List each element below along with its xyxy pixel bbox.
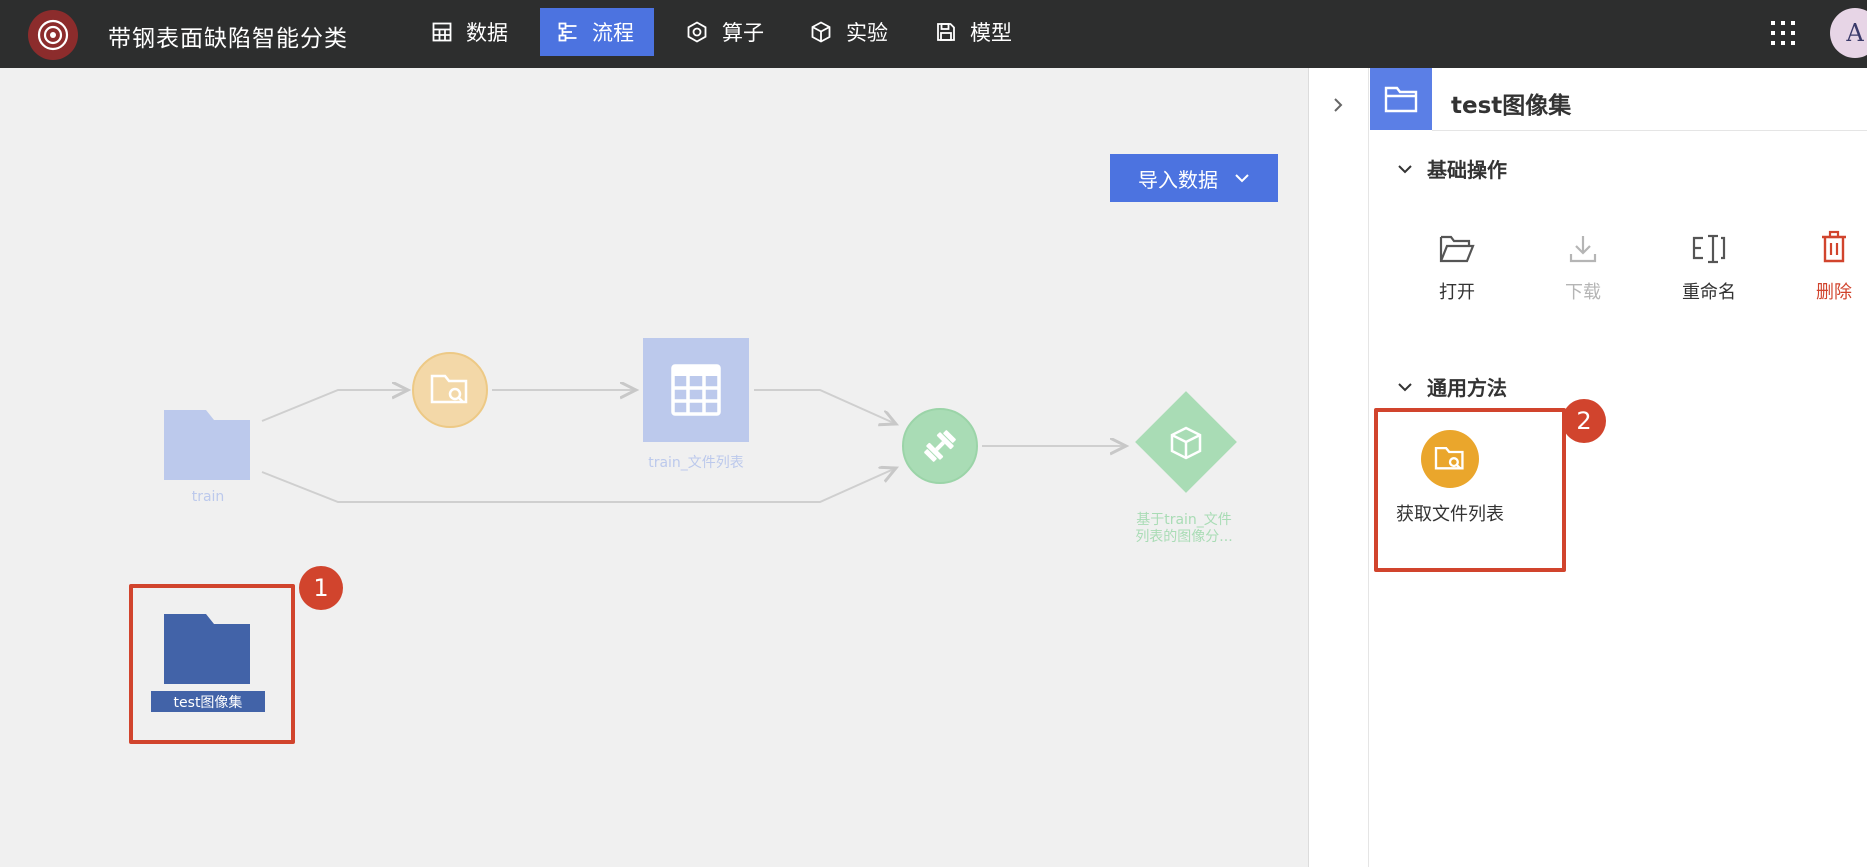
train-file-list-label: train_文件列表 xyxy=(648,455,744,471)
apps-grid-icon[interactable] xyxy=(1770,20,1796,46)
edge-train-to-train-op xyxy=(261,468,896,503)
train-node-label: train xyxy=(191,489,225,505)
panel-title: test图像集 xyxy=(1451,93,1572,119)
train-file-list-node[interactable] xyxy=(643,338,749,442)
open-label: 打开 xyxy=(1439,282,1475,303)
train-folder-node[interactable] xyxy=(164,408,252,482)
edge-table-to-train-op xyxy=(754,389,896,424)
panel-divider xyxy=(1432,130,1867,131)
chevron-down-icon xyxy=(1398,164,1412,173)
train-operator-node[interactable] xyxy=(902,408,978,484)
folder-open-icon xyxy=(1439,235,1475,263)
step-badge-1: 1 xyxy=(299,566,343,610)
model-node-label-line2: 列表的图像分... xyxy=(1135,529,1233,545)
section-basic-title: 基础操作 xyxy=(1427,158,1507,182)
highlight-box-2 xyxy=(1374,408,1566,572)
dumbbell-icon xyxy=(924,430,956,462)
rename-icon xyxy=(1692,234,1726,264)
rename-button[interactable]: 重命名 xyxy=(1664,218,1754,304)
rename-label: 重命名 xyxy=(1682,282,1736,303)
folder-icon xyxy=(164,410,250,480)
panel-header-icon xyxy=(1370,68,1432,130)
open-button[interactable]: 打开 xyxy=(1412,218,1502,304)
delete-label: 删除 xyxy=(1816,282,1852,303)
section-methods-title: 通用方法 xyxy=(1427,376,1507,400)
folder-outline-icon xyxy=(1384,86,1418,113)
section-common-methods[interactable]: 通用方法 xyxy=(1397,372,1507,401)
panel-collapse-strip[interactable] xyxy=(1309,68,1369,867)
highlight-box-1 xyxy=(129,584,295,744)
download-button[interactable]: 下载 xyxy=(1538,218,1628,304)
chevron-right-icon[interactable] xyxy=(1329,96,1347,114)
table-icon xyxy=(671,364,721,416)
delete-button[interactable]: 删除 xyxy=(1789,218,1867,304)
download-label: 下载 xyxy=(1565,282,1601,303)
section-basic-operations[interactable]: 基础操作 xyxy=(1397,154,1507,183)
step-badge-2: 2 xyxy=(1562,399,1606,443)
trash-icon xyxy=(1822,230,1846,263)
chevron-down-icon xyxy=(1398,382,1412,391)
edge-train-to-filelist-op xyxy=(261,390,408,422)
user-avatar[interactable]: A xyxy=(1830,8,1867,58)
download-icon xyxy=(1569,236,1597,263)
cube-icon xyxy=(1170,426,1202,460)
folder-search-icon xyxy=(430,374,468,404)
get-file-list-node[interactable] xyxy=(412,352,488,428)
